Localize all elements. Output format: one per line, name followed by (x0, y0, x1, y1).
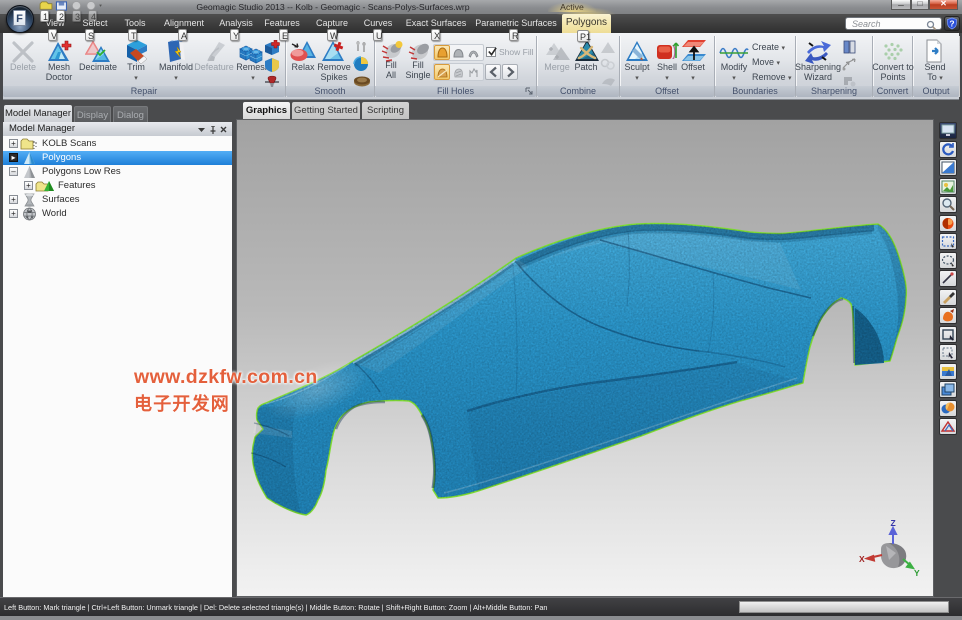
svg-text:Z: Z (891, 518, 896, 528)
svg-text:X: X (859, 554, 865, 564)
svg-text:Y: Y (914, 568, 920, 578)
svg-text:?: ? (949, 19, 954, 29)
